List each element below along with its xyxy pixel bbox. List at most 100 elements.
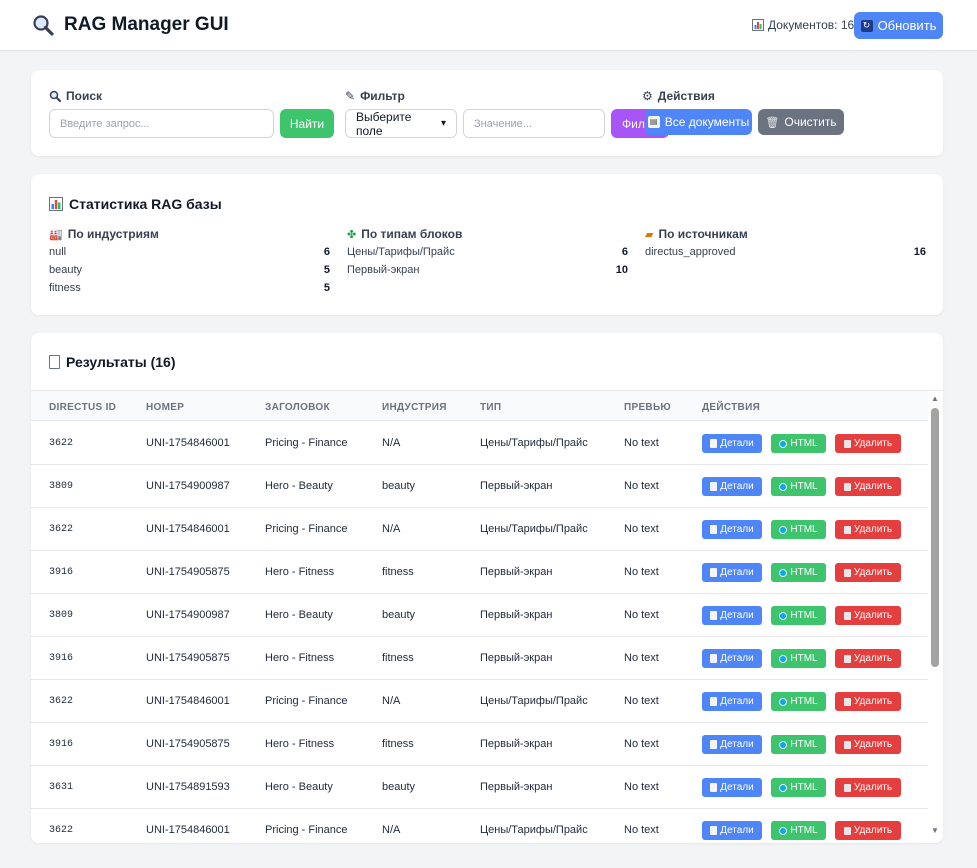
html-button[interactable]: HTML xyxy=(771,520,826,539)
html-button[interactable]: HTML xyxy=(771,434,826,453)
cell-industry: fitness xyxy=(382,652,414,664)
document-icon xyxy=(49,355,60,369)
delete-button[interactable]: Удалить xyxy=(835,606,901,625)
delete-button[interactable]: Удалить xyxy=(835,735,901,754)
filter-button-label: Фил xyxy=(622,116,645,131)
stats-industry-row: beauty 5 xyxy=(49,261,330,279)
delete-button-label: Удалить xyxy=(853,438,893,449)
delete-button[interactable]: Удалить xyxy=(835,563,901,582)
app-title-text: RAG Manager GUI xyxy=(64,14,229,35)
stats-block-type-row: Цены/Тарифы/Прайс 6 xyxy=(347,243,628,261)
results-scrollbar[interactable]: ▲ ▼ xyxy=(928,391,943,843)
details-button[interactable]: Детали xyxy=(702,563,762,582)
stats-industry-row: fitness 5 xyxy=(49,279,330,297)
details-button[interactable]: Детали xyxy=(702,520,762,539)
globe-icon xyxy=(779,439,788,448)
delete-button-label: Удалить xyxy=(853,653,893,664)
details-button-label: Детали xyxy=(720,481,754,492)
details-button[interactable]: Детали xyxy=(702,778,762,797)
clear-button[interactable]: 🗑 Очистить xyxy=(758,109,844,135)
cell-type: Первый-экран xyxy=(480,652,553,664)
cell-industry: beauty xyxy=(382,781,416,793)
cell-directus-id: 3916 xyxy=(49,739,74,750)
html-button[interactable]: HTML xyxy=(771,821,826,840)
globe-icon xyxy=(779,740,788,749)
html-button[interactable]: HTML xyxy=(771,649,826,668)
scroll-down-icon[interactable]: ▼ xyxy=(931,827,939,835)
stats-source-row: directus_approved 16 xyxy=(645,243,926,261)
details-button[interactable]: Детали xyxy=(702,477,762,496)
cell-preview: No text xyxy=(624,437,659,449)
details-button-label: Детали xyxy=(720,610,754,621)
cell-industry: fitness xyxy=(382,738,414,750)
cell-number: UNI-1754846001 xyxy=(146,695,230,707)
globe-icon xyxy=(779,826,788,835)
html-button[interactable]: HTML xyxy=(771,606,826,625)
table-row: 3809 UNI-1754900987 Hero - Beauty beauty Пер… xyxy=(31,465,928,508)
scroll-up-icon[interactable]: ▲ xyxy=(931,395,939,403)
delete-button[interactable]: Удалить xyxy=(835,649,901,668)
actions-label: ⚙ Действия xyxy=(642,89,715,103)
stats-industry-count: 5 xyxy=(323,264,330,276)
html-button[interactable]: HTML xyxy=(771,735,826,754)
trash-icon xyxy=(843,611,851,620)
delete-button[interactable]: Удалить xyxy=(835,520,901,539)
html-button-label: HTML xyxy=(790,696,818,707)
trash-icon xyxy=(843,482,851,491)
cell-directus-id: 3916 xyxy=(49,653,74,664)
delete-button[interactable]: Удалить xyxy=(835,434,901,453)
details-button[interactable]: Детали xyxy=(702,649,762,668)
folder-icon: ▰ xyxy=(645,228,654,241)
cell-type: Первый-экран xyxy=(480,566,553,578)
filter-value-input[interactable] xyxy=(463,109,605,138)
details-button-label: Детали xyxy=(720,438,754,449)
find-button[interactable]: Найти xyxy=(280,109,334,138)
html-button[interactable]: HTML xyxy=(771,477,826,496)
stats-block-types: ✤ По типам блоков Цены/Тарифы/Прайс 6 Пер… xyxy=(347,225,628,279)
trash-icon xyxy=(843,525,851,534)
table-row: 3622 UNI-1754846001 Pricing - Finance N/A Це… xyxy=(31,809,928,843)
table-row: 3916 UNI-1754905875 Hero - Fitness fitness П… xyxy=(31,637,928,680)
html-button[interactable]: HTML xyxy=(771,778,826,797)
delete-button[interactable]: Удалить xyxy=(835,692,901,711)
results-scrollbar-thumb[interactable] xyxy=(931,408,939,667)
column-header-type: ТИП xyxy=(480,402,502,413)
cell-directus-id: 3622 xyxy=(49,696,74,707)
cell-number: UNI-1754900987 xyxy=(146,609,230,621)
globe-icon xyxy=(779,783,788,792)
cell-title: Hero - Beauty xyxy=(265,480,333,492)
cell-preview: No text xyxy=(624,695,659,707)
gear-icon: ⚙ xyxy=(642,89,653,103)
stats-source-name: directus_approved xyxy=(645,246,736,258)
delete-button[interactable]: Удалить xyxy=(835,477,901,496)
globe-icon xyxy=(779,525,788,534)
details-button[interactable]: Детали xyxy=(702,692,762,711)
html-button[interactable]: HTML xyxy=(771,692,826,711)
delete-button[interactable]: Удалить xyxy=(835,821,901,840)
results-title: Результаты (16) xyxy=(49,354,176,370)
stats-panel: Статистика RAG базы 🏭 По индустриям null… xyxy=(31,174,943,315)
clipboard-icon xyxy=(710,482,718,491)
filter-field-select[interactable]: Выберите поле ▾ xyxy=(345,109,457,138)
search-input[interactable] xyxy=(49,109,274,138)
cell-title: Hero - Beauty xyxy=(265,781,333,793)
delete-button-label: Удалить xyxy=(853,610,893,621)
details-button-label: Детали xyxy=(720,653,754,664)
cell-type: Цены/Тарифы/Прайс xyxy=(480,437,588,449)
delete-button[interactable]: Удалить xyxy=(835,778,901,797)
cell-directus-id: 3809 xyxy=(49,610,74,621)
refresh-button[interactable]: ↻ Обновить xyxy=(854,12,943,39)
all-documents-button[interactable]: ▤ Все документы xyxy=(645,109,752,135)
details-button[interactable]: Детали xyxy=(702,821,762,840)
html-button[interactable]: HTML xyxy=(771,563,826,582)
details-button-label: Детали xyxy=(720,739,754,750)
details-button[interactable]: Детали xyxy=(702,735,762,754)
search-label: Поиск xyxy=(49,89,102,103)
details-button[interactable]: Детали xyxy=(702,606,762,625)
cell-number: UNI-1754900987 xyxy=(146,480,230,492)
column-header-title: ЗАГОЛОВОК xyxy=(265,402,330,413)
cell-preview: No text xyxy=(624,609,659,621)
details-button[interactable]: Детали xyxy=(702,434,762,453)
cell-title: Hero - Fitness xyxy=(265,566,335,578)
globe-icon xyxy=(779,482,788,491)
